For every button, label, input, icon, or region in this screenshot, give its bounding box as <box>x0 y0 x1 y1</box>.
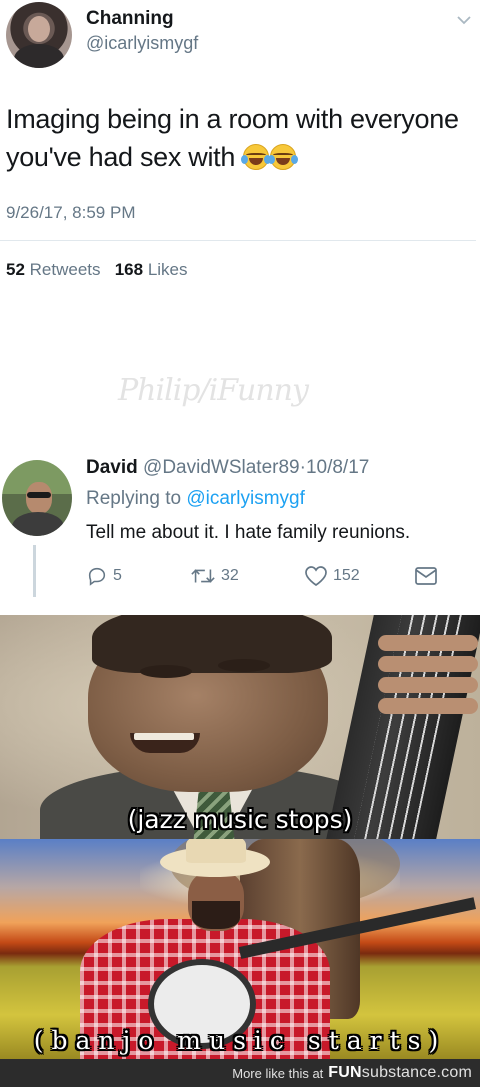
retweets-stat[interactable]: 52 Retweets <box>6 260 101 279</box>
replying-to: Replying to @icarlyismygf <box>86 488 305 510</box>
thread-line <box>33 545 36 597</box>
logo-bold: FUN <box>328 1064 362 1081</box>
chevron-down-icon[interactable] <box>456 12 472 28</box>
heart-icon <box>305 566 327 587</box>
envelope-icon <box>415 567 437 585</box>
reply-text: Tell me about it. I hate family reunions… <box>86 522 411 543</box>
like-button[interactable]: 152 <box>304 564 360 588</box>
funsubstance-logo[interactable]: FUNsubstance.com <box>328 1064 472 1082</box>
likes-stat[interactable]: 168 Likes <box>115 260 188 279</box>
likes-count: 168 <box>114 260 144 279</box>
jazz-caption: (jazz music stops) <box>127 805 353 834</box>
watermark: Philip/iFunny <box>118 373 309 408</box>
reply-avatar[interactable] <box>2 460 72 536</box>
direct-message-button[interactable] <box>414 564 443 588</box>
avatar[interactable] <box>6 2 72 68</box>
face-with-tears-of-joy-icon <box>268 144 299 170</box>
reply-header: David @DavidWSlater89·10/8/17 <box>86 457 369 479</box>
tweet-stats: 52 Retweets 168 Likes <box>6 260 188 280</box>
retweet-button[interactable]: 32 <box>190 564 239 588</box>
footer-text: More like this at <box>232 1065 324 1081</box>
tweet-body: Imaging being in a room with everyone yo… <box>6 104 459 172</box>
retweets-label: Retweets <box>29 260 101 279</box>
likes-label: Likes <box>147 260 188 279</box>
tweet-text: Imaging being in a room with everyone yo… <box>6 100 476 176</box>
original-tweet: Channing @icarlyismygf Imaging being in … <box>0 0 480 370</box>
author-name[interactable]: Channing <box>86 8 174 30</box>
replying-label: Replying to <box>86 488 182 509</box>
divider <box>0 240 476 241</box>
reply-icon <box>88 567 106 586</box>
replying-mention[interactable]: @icarlyismygf <box>186 488 305 509</box>
reply-count: 5 <box>113 567 122 584</box>
reply-author-handle[interactable]: @DavidWSlater89 <box>143 457 300 478</box>
like-count: 152 <box>333 567 360 584</box>
retweet-icon <box>191 569 215 583</box>
reply-author-name[interactable]: David <box>86 457 138 478</box>
banjo-caption: (banjo music starts) <box>33 1026 447 1055</box>
logo-rest: substance.com <box>361 1064 472 1081</box>
tweet-timestamp[interactable]: 9/26/17, 8:59 PM <box>6 203 135 223</box>
funsubstance-footer[interactable]: More like this at FUNsubstance.com <box>0 1059 480 1087</box>
author-handle[interactable]: @icarlyismygf <box>86 33 198 54</box>
face-with-tears-of-joy-icon <box>241 144 272 170</box>
reply-date[interactable]: 10/8/17 <box>306 457 369 478</box>
retweet-count: 32 <box>221 567 239 584</box>
retweets-count: 52 <box>6 260 25 279</box>
reply-button[interactable]: 5 <box>86 564 122 588</box>
